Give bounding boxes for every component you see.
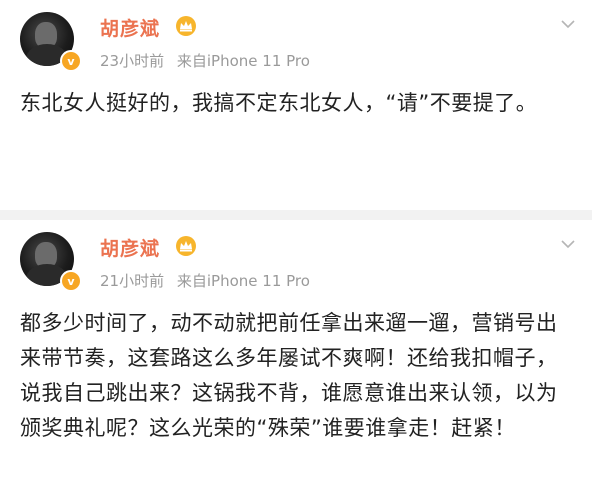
author-name[interactable]: 胡彦斌	[100, 234, 160, 261]
post-text: 东北女人挺好的，我搞不定东北女人，“请”不要提了。	[20, 91, 538, 115]
divider	[0, 210, 592, 220]
post-source: 来自iPhone 11 Pro	[176, 52, 310, 70]
post-meta: 23小时前 来自iPhone 11 Pro	[100, 50, 318, 71]
author-name[interactable]: 胡彦斌	[100, 14, 160, 41]
chevron-down-icon[interactable]	[560, 236, 576, 252]
post-time: 21小时前	[100, 272, 165, 290]
weibo-post-2: v 胡彦斌 21小时前 来自iPhone 11 Pro 都多少时间了，动不动就把…	[0, 220, 592, 485]
post-text: 都多少时间了，动不动就把前任拿出来遛一遛，营销号出来带节奏，这套路这么多年屡试不…	[20, 311, 558, 440]
post-meta: 21小时前 来自iPhone 11 Pro	[100, 270, 318, 291]
verified-badge-icon: v	[60, 50, 82, 72]
crown-icon	[176, 16, 196, 36]
post-source: 来自iPhone 11 Pro	[176, 272, 310, 290]
crown-icon	[176, 236, 196, 256]
weibo-post-1: v 胡彦斌 23小时前 来自iPhone 11 Pro 东北女人挺好的，我搞不定…	[0, 0, 592, 212]
verified-badge-icon: v	[60, 270, 82, 292]
post-time: 23小时前	[100, 52, 165, 70]
chevron-down-icon[interactable]	[560, 16, 576, 32]
